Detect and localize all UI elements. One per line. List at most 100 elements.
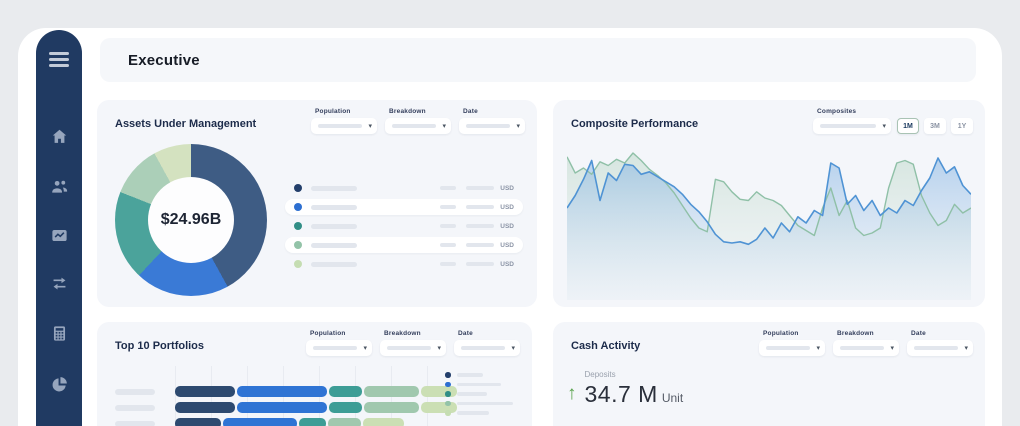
allocation-icon[interactable]	[49, 374, 69, 394]
value-placeholder	[440, 224, 456, 228]
aum-legend-row[interactable]: USD	[285, 218, 523, 234]
legend-label-placeholder	[311, 262, 357, 267]
filter-population: Population ▾	[306, 330, 372, 356]
value-placeholder	[440, 205, 456, 209]
filter-select[interactable]: ▾	[907, 340, 973, 356]
value-placeholder	[440, 243, 456, 247]
header-bar: Executive	[100, 38, 976, 82]
value-placeholder	[466, 243, 494, 247]
calculator-icon[interactable]	[49, 323, 69, 343]
range-button-1m[interactable]: 1M	[897, 118, 919, 134]
value-placeholder	[466, 186, 494, 190]
select-placeholder	[820, 124, 876, 128]
legend-dot	[294, 203, 302, 211]
legend-dot	[445, 401, 451, 407]
chevron-down-icon: ▾	[516, 123, 520, 130]
currency-label: USD	[500, 261, 514, 268]
range-button-group: 1M 3M 1Y	[897, 118, 973, 134]
chevron-down-icon: ▾	[368, 123, 372, 130]
card-assets-under-management: Assets Under Management Population▾Break…	[97, 100, 537, 307]
chevron-down-icon: ▾	[511, 345, 515, 352]
card-title: Composite Performance	[571, 118, 698, 130]
row-label-placeholder	[115, 389, 155, 395]
performance-icon[interactable]	[49, 225, 69, 245]
filter-label: Date	[458, 330, 520, 337]
bar-segment	[175, 402, 235, 413]
legend-item	[445, 372, 513, 378]
filter-select[interactable]: ▾	[759, 340, 825, 356]
select-placeholder	[392, 124, 436, 128]
filter-population: Population▾	[311, 108, 377, 134]
bar-segment	[299, 418, 326, 426]
bar-segment	[223, 418, 297, 426]
bar-segment	[363, 418, 404, 426]
filter-label: Population	[310, 330, 372, 337]
clients-icon[interactable]	[49, 176, 69, 196]
aum-legend-row[interactable]: USD	[285, 256, 523, 272]
bar-segment	[329, 386, 362, 397]
filter-select[interactable]: ▾	[454, 340, 520, 356]
sidebar	[36, 30, 82, 426]
chevron-down-icon: ▾	[816, 345, 820, 352]
menu-icon[interactable]	[49, 52, 69, 70]
composites-label: Composites	[817, 108, 891, 115]
select-placeholder	[766, 346, 810, 350]
composites-select[interactable]: ▾	[813, 118, 891, 134]
filter-group: Population▾Breakdown▾Date▾	[306, 330, 520, 356]
legend-label-placeholder	[457, 392, 487, 396]
bar-segment	[237, 386, 327, 397]
row-label-placeholder	[115, 421, 155, 426]
legend-label-placeholder	[311, 224, 357, 229]
home-icon[interactable]	[49, 126, 69, 146]
legend-item	[445, 410, 513, 416]
range-button-3m[interactable]: 3M	[924, 118, 946, 134]
composite-chart-svg	[567, 140, 971, 300]
range-button-1y[interactable]: 1Y	[951, 118, 973, 134]
value-placeholder	[440, 186, 456, 190]
bar-segment	[364, 402, 419, 413]
legend-label-placeholder	[311, 243, 357, 248]
value-placeholder	[466, 224, 494, 228]
filter-label: Breakdown	[837, 330, 899, 337]
select-placeholder	[466, 124, 510, 128]
filter-label: Date	[911, 330, 973, 337]
composite-controls: Composites ▾ 1M 3M 1Y	[813, 108, 973, 134]
value-placeholder	[466, 262, 494, 266]
filter-population: Population▾	[759, 330, 825, 356]
metric-value: 34.7 M	[585, 381, 658, 407]
filter-select[interactable]: ▾	[311, 118, 377, 134]
filter-select[interactable]: ▾	[306, 340, 372, 356]
legend-dot	[294, 260, 302, 268]
legend-label-placeholder	[457, 383, 501, 387]
select-placeholder	[313, 346, 357, 350]
select-placeholder	[387, 346, 431, 350]
legend-dot	[445, 382, 451, 388]
filter-select[interactable]: ▾	[833, 340, 899, 356]
aum-legend-row[interactable]: USD	[285, 199, 523, 215]
arrow-up-icon: ↑	[567, 384, 577, 408]
aum-legend-row[interactable]: USD	[285, 237, 523, 253]
chevron-down-icon: ▾	[882, 123, 886, 130]
filter-select[interactable]: ▾	[385, 118, 451, 134]
filter-select[interactable]: ▾	[459, 118, 525, 134]
currency-label: USD	[500, 204, 514, 211]
aum-legend-row[interactable]: USD	[285, 180, 523, 196]
select-placeholder	[318, 124, 362, 128]
filter-select[interactable]: ▾	[380, 340, 446, 356]
composite-line-chart[interactable]	[567, 140, 971, 300]
legend-item	[445, 391, 513, 397]
legend-label-placeholder	[457, 402, 513, 406]
bar-segment	[175, 386, 235, 397]
legend-dot	[445, 372, 451, 378]
bar-segment	[329, 402, 362, 413]
filter-breakdown: Breakdown▾	[385, 108, 451, 134]
card-composite-performance: Composite Performance Composites ▾ 1M3M1…	[553, 100, 985, 307]
select-placeholder	[914, 346, 958, 350]
transactions-icon[interactable]	[49, 273, 69, 293]
select-placeholder	[840, 346, 884, 350]
select-placeholder	[461, 346, 505, 350]
currency-label: USD	[500, 185, 514, 192]
currency-label: USD	[500, 242, 514, 249]
chevron-down-icon: ▾	[442, 123, 446, 130]
page-title: Executive	[128, 52, 200, 69]
